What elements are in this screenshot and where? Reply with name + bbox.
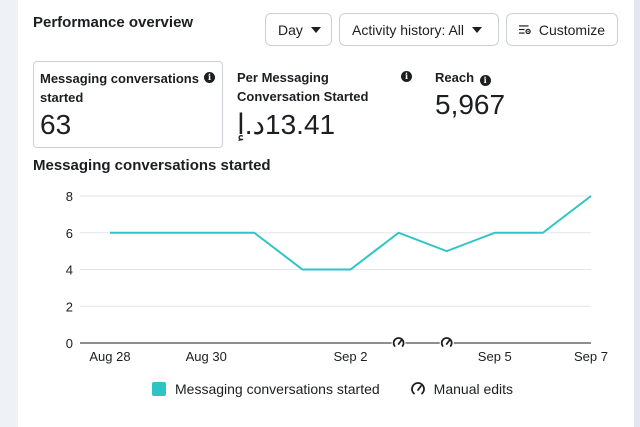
y-tick-label: 8 — [66, 189, 73, 204]
x-tick-label: Sep 2 — [334, 349, 368, 364]
manual-edit-marker[interactable] — [439, 336, 454, 350]
manual-edits-icon — [410, 382, 425, 395]
legend-swatch — [152, 382, 166, 396]
manual-edit-marker[interactable] — [391, 336, 406, 350]
x-tick-label: Sep 7 — [574, 349, 608, 364]
x-tick-label: Sep 5 — [478, 349, 512, 364]
y-tick-label: 2 — [66, 299, 73, 314]
x-tick-label: Aug 28 — [89, 349, 130, 364]
chart-legend: Messaging conversations started Manual e… — [152, 381, 513, 397]
legend-edits-label[interactable]: Manual edits — [434, 381, 513, 397]
legend-series-label[interactable]: Messaging conversations started — [175, 381, 380, 397]
line-chart: 0 2 4 6 8 Aug 28 Aug 30 Sep 2 Sep 5 Sep 7 — [66, 189, 608, 364]
y-tick-label: 6 — [66, 226, 73, 241]
y-tick-label: 0 — [66, 336, 73, 351]
y-tick-label: 4 — [66, 263, 73, 278]
x-tick-label: Aug 30 — [186, 349, 227, 364]
